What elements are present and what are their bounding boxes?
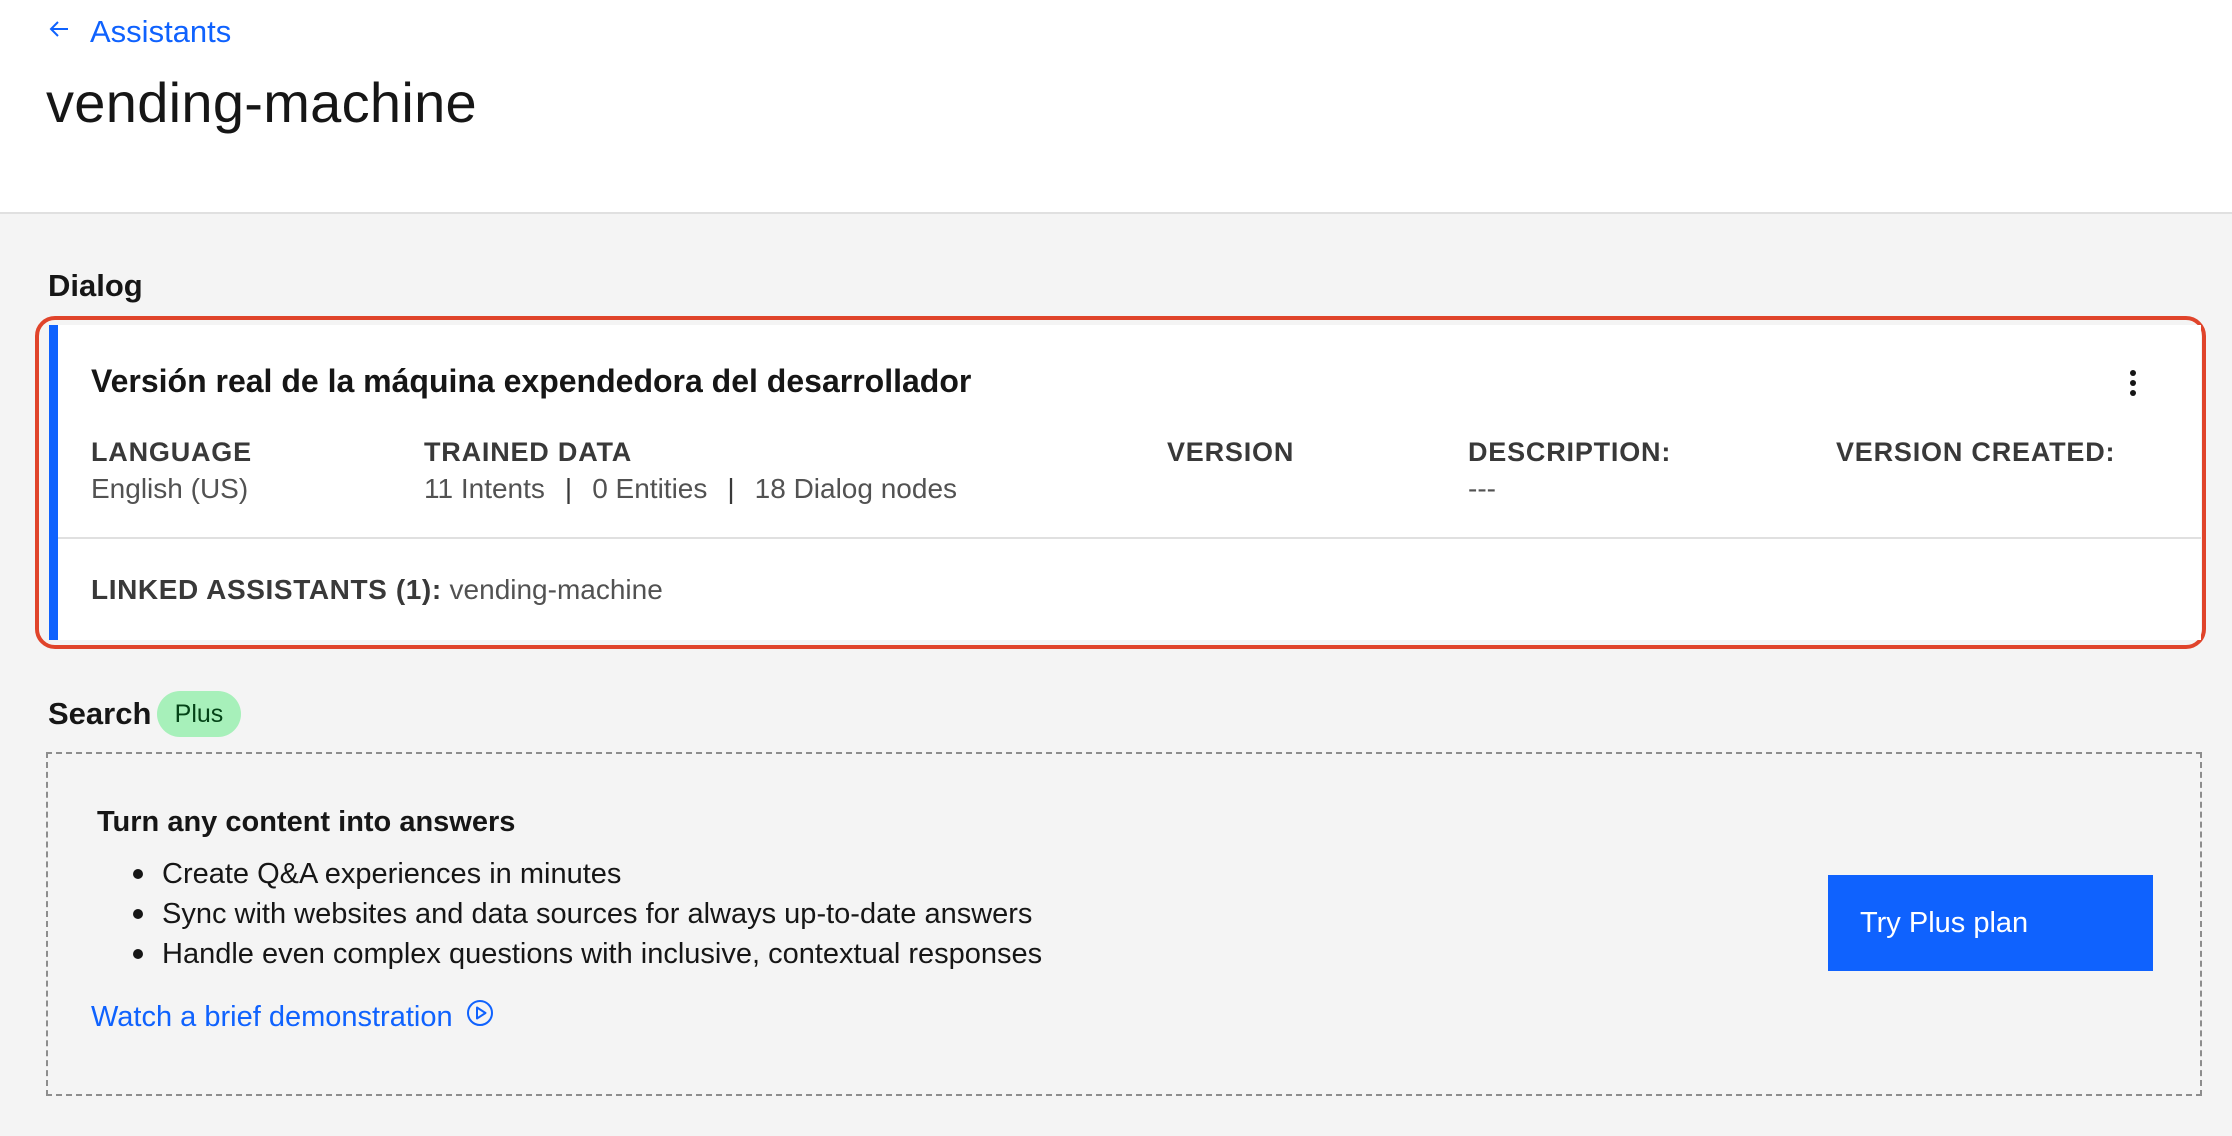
separator: |: [564, 473, 573, 504]
search-upsell-heading: Turn any content into answers: [97, 806, 516, 838]
version-label: VERSION: [1167, 437, 1295, 467]
linked-assistants: LINKED ASSISTANTS (1): vending-machine: [91, 574, 663, 606]
play-circle-icon: [465, 998, 495, 1036]
back-to-assistants-link[interactable]: Assistants: [46, 10, 231, 54]
version-created-label: VERSION CREATED:: [1836, 437, 2116, 467]
try-plus-plan-button[interactable]: Try Plus plan: [1828, 875, 2153, 971]
separator: |: [727, 473, 735, 504]
watch-demo-link[interactable]: Watch a brief demonstration: [91, 998, 495, 1036]
search-section-title: Search: [48, 696, 152, 731]
back-link-label: Assistants: [90, 14, 232, 49]
linked-assistants-label: LINKED ASSISTANTS (1):: [91, 574, 442, 605]
feature-list: Create Q&A experiences in minutes Sync w…: [132, 854, 1042, 974]
demo-link-label: Watch a brief demonstration: [91, 1000, 453, 1033]
language-value: English (US): [91, 473, 249, 504]
language-label: LANGUAGE: [91, 437, 252, 467]
arrow-left-icon: [46, 14, 72, 50]
entities-count: 0 Entities: [592, 473, 708, 504]
intents-count: 11 Intents: [424, 473, 545, 504]
description-value: ---: [1468, 473, 1496, 504]
list-item: Handle even complex questions with inclu…: [132, 934, 1042, 974]
search-upsell-panel: Turn any content into answers Create Q&A…: [46, 752, 2202, 1096]
description-label: DESCRIPTION:: [1468, 437, 1672, 467]
page-title: vending-machine: [46, 71, 477, 134]
list-item: Create Q&A experiences in minutes: [132, 854, 1042, 894]
trained-data-label: TRAINED DATA: [424, 437, 633, 467]
plus-tag: Plus: [157, 691, 241, 737]
card-divider: [58, 537, 2201, 539]
dialog-section-title: Dialog: [48, 268, 143, 303]
dialog-skill-card[interactable]: Versión real de la máquina expendedora d…: [49, 325, 2201, 640]
page-header: Assistants vending-machine: [0, 0, 2232, 214]
dialog-nodes-count: 18 Dialog nodes: [754, 473, 958, 504]
linked-assistants-value: vending-machine: [449, 574, 663, 605]
dialog-skill-title: Versión real de la máquina expendedora d…: [91, 363, 972, 399]
overflow-menu-button[interactable]: [2113, 365, 2153, 405]
list-item: Sync with websites and data sources for …: [132, 894, 1042, 934]
trained-data-value: 11 Intents | 0 Entities | 18 Dialog nodes: [424, 473, 957, 505]
overflow-menu-vertical-icon: [2129, 369, 2137, 402]
